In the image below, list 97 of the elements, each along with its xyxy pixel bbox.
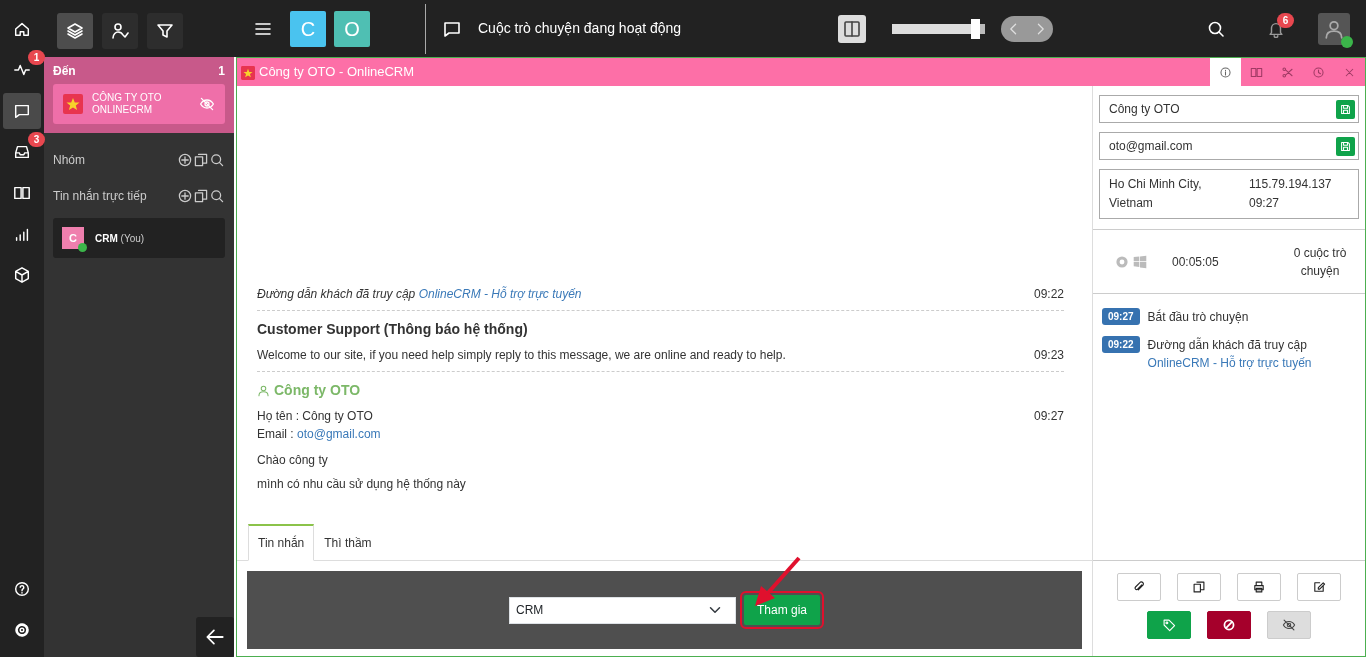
eye-off-button[interactable] (1267, 611, 1311, 639)
page-link[interactable]: OnlineCRM - Hỗ trợ trực tuyến (1147, 354, 1312, 372)
book-icon (13, 184, 31, 202)
sender-name: Customer Support (Thông báo hệ thống) (257, 320, 529, 339)
save-glyph-icon (1339, 102, 1352, 116)
tag-icon (1162, 618, 1176, 632)
person-icon (257, 384, 270, 397)
detail-line: Email : oto@gmail.com (257, 426, 382, 443)
conversation-item[interactable]: CÔNG TY OTO ONLINECRM (53, 84, 225, 124)
visit-note: Đường dẫn khách đã truy cập OnlineCRM - Hỗ trợ trực tuyến (257, 285, 582, 303)
timeline-text: Bắt đầu trò chuyện (1147, 308, 1249, 326)
print-button[interactable] (1237, 573, 1281, 601)
info-icon (1219, 65, 1232, 79)
book-icon (1250, 65, 1263, 79)
contact-name: CRM (You) (95, 231, 145, 246)
flag-icon (63, 94, 83, 114)
message-text: Chào công ty (257, 452, 329, 469)
section-title: Tin nhắn trực tiếp (53, 187, 147, 205)
visit-time: 09:27 (1249, 195, 1281, 212)
sender-name: Công ty OTO (274, 381, 361, 400)
home-icon (13, 20, 31, 38)
toolbar-button[interactable] (147, 13, 183, 49)
user-check-icon (110, 21, 130, 41)
edit-button[interactable] (1297, 573, 1341, 601)
search-icon (209, 152, 225, 168)
copy-icon (193, 188, 209, 204)
settings-icon (13, 621, 31, 639)
add-icon (177, 188, 193, 204)
slider-thumb[interactable] (971, 18, 981, 39)
page-link[interactable]: OnlineCRM - Hỗ trợ trực tuyến (418, 287, 582, 301)
ban-icon (1222, 618, 1236, 632)
edit-icon (1312, 580, 1326, 594)
paperclip-button[interactable] (1117, 573, 1161, 601)
save-glyph-icon (1339, 139, 1352, 153)
ip-address: 115.79.194.137 (1249, 176, 1333, 193)
copy-button[interactable] (1177, 573, 1221, 601)
message-text: mình có nhu cầu sử dụng hệ thống này (257, 476, 466, 493)
count-label: 1 (218, 63, 225, 80)
flag-icon (241, 65, 255, 80)
location-text: Ho Chi Minh City, Vietnam (1109, 176, 1203, 212)
layers-icon (65, 21, 85, 41)
copy-icon (1192, 580, 1206, 594)
browser-icon (1115, 254, 1129, 269)
chat-count: 0 cuộc trò chuyện (1292, 244, 1348, 280)
copy-icon (193, 152, 209, 168)
help-icon (13, 580, 31, 598)
message-text: Welcome to our site, if you need help simply reply to this message, we are online and ready to help. (257, 347, 786, 364)
clock-icon (1312, 65, 1325, 79)
print-icon (1252, 580, 1266, 594)
count-badge: 1 (28, 50, 45, 65)
conversation-name: CÔNG TY OTO ONLINECRM (92, 92, 163, 116)
tag-button[interactable] (1147, 611, 1191, 639)
chat-icon (13, 102, 31, 120)
filter-icon (155, 21, 175, 41)
agent-select[interactable]: CRM (509, 596, 736, 624)
scissors-icon (1281, 65, 1294, 79)
notifications-button[interactable]: 6 (1258, 10, 1294, 47)
detail-line: Họ tên : Công ty OTO (257, 408, 374, 425)
message-time: 09:22 (1033, 286, 1064, 303)
composer-tab[interactable]: Tin nhắn (248, 524, 315, 561)
box-icon (13, 266, 31, 284)
layout-button[interactable] (838, 14, 866, 43)
save-icon[interactable] (1336, 136, 1355, 156)
page-title: Cuộc trò chuyện đang hoạt động (478, 19, 683, 38)
count-badge: 6 (1277, 12, 1294, 28)
nav-button[interactable] (3, 93, 41, 129)
eye-off-icon (199, 96, 215, 112)
columns-icon (842, 18, 862, 39)
contact-field[interactable]: oto@gmail.com (1099, 132, 1359, 160)
timeline-text: Đường dẫn khách đã truy cập (1147, 336, 1308, 354)
composer-tab[interactable]: Thì thầm (314, 525, 382, 561)
windows-icon (1133, 254, 1147, 269)
count-badge: 3 (28, 132, 45, 147)
user-avatar[interactable] (1318, 12, 1350, 45)
time-badge: 09:22 (1102, 336, 1140, 353)
ban-button[interactable] (1207, 611, 1251, 639)
avatar: C (62, 227, 84, 249)
contact-item[interactable]: C CRM (You) (53, 218, 225, 258)
contact-field[interactable]: Công ty OTO (1099, 95, 1359, 123)
toolbar-button[interactable] (102, 13, 138, 49)
save-icon[interactable] (1336, 99, 1355, 119)
chat-duration: 00:05:05 (1172, 253, 1219, 271)
toolbar-button[interactable] (57, 13, 93, 49)
panel-tab[interactable] (1210, 58, 1241, 86)
add-icon (177, 152, 193, 168)
zoom-slider[interactable] (892, 18, 985, 39)
inbox-icon (13, 143, 31, 161)
search-icon (209, 188, 225, 204)
email-link[interactable]: oto@gmail.com (297, 427, 381, 441)
section-title: Nhóm (53, 152, 85, 169)
message-time: 09:23 (1033, 347, 1064, 364)
section-title: Đến (53, 63, 76, 80)
message-time: 09:27 (1033, 408, 1064, 425)
time-badge: 09:27 (1102, 308, 1140, 325)
eye-off-icon (1282, 618, 1296, 632)
back-button[interactable] (196, 617, 234, 657)
conversation-title: Công ty OTO - OnlineCRM (259, 63, 415, 82)
